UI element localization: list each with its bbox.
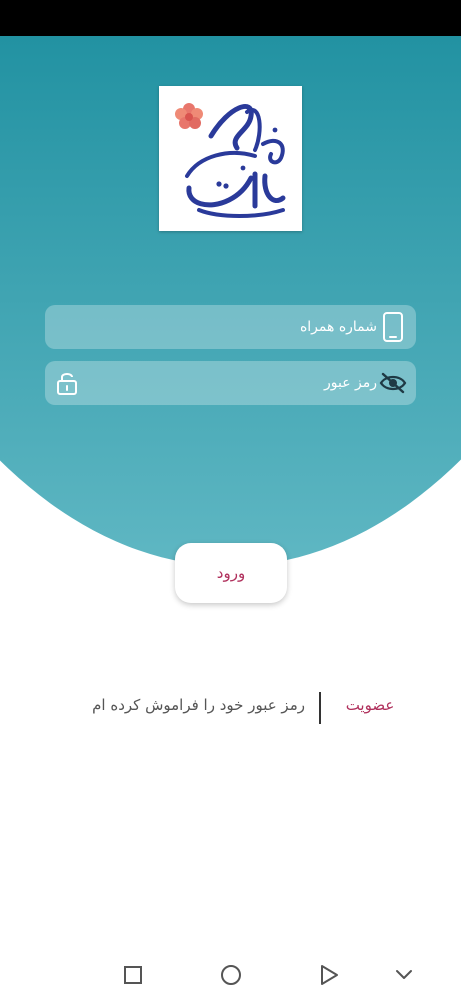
- system-nav-bar: [0, 950, 461, 1000]
- password-input[interactable]: [95, 361, 377, 405]
- register-link[interactable]: عضویت: [330, 696, 410, 714]
- logo-artwork: [175, 103, 286, 218]
- brand-logo: [159, 86, 302, 231]
- unlock-icon: [54, 370, 80, 396]
- triangle-play-icon[interactable]: [316, 962, 342, 988]
- calligraphy-lettering: [185, 104, 286, 218]
- mobile-phone-icon: [378, 312, 408, 342]
- chevron-down-icon[interactable]: [391, 962, 417, 988]
- links-divider: [319, 692, 321, 724]
- eye-slash-icon[interactable]: [378, 368, 408, 398]
- flower-icon: [175, 103, 203, 129]
- auth-links-row: عضویت رمز عبور خود را فراموش کرده ام: [0, 690, 461, 726]
- phone-input[interactable]: [95, 305, 377, 349]
- forgot-password-link[interactable]: رمز عبور خود را فراموش کرده ام: [40, 696, 305, 714]
- square-icon[interactable]: [120, 962, 146, 988]
- circle-icon[interactable]: [218, 962, 244, 988]
- login-button[interactable]: ورود: [175, 543, 287, 603]
- phone-field[interactable]: [45, 305, 416, 349]
- password-field[interactable]: [45, 361, 416, 405]
- login-screen: ورود عضویت رمز عبور خود را فراموش کرده ا…: [0, 0, 461, 1000]
- status-bar: [0, 0, 461, 36]
